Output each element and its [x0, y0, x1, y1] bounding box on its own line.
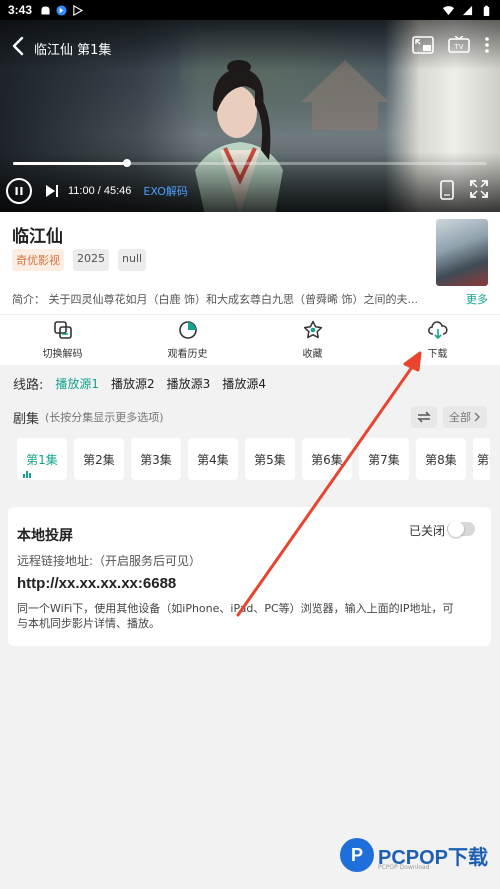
progress-bar[interactable] [13, 159, 487, 167]
play-store-icon [73, 4, 84, 16]
episode-item[interactable]: 第9集 [473, 438, 490, 480]
tag-year: 2025 [73, 249, 109, 271]
episode-item[interactable]: 第1集 [17, 438, 67, 480]
player-title: 临江仙 第1集 [34, 43, 112, 58]
cast-state: 已关闭 [408, 524, 445, 538]
source-label: 线路: [13, 378, 44, 393]
progress-knob[interactable] [122, 159, 131, 167]
tag-source: 奇优影视 [12, 249, 64, 271]
cast-subtitle: 远程链接地址:（开启服务后可见） [17, 554, 202, 568]
battery-icon [483, 5, 490, 16]
favorite-label: 收藏 [302, 349, 323, 360]
watermark-logo-icon: P [340, 838, 374, 872]
wifi-icon [443, 5, 454, 15]
back-icon[interactable] [8, 34, 30, 58]
all-episodes-button[interactable]: 全部 [443, 406, 487, 428]
source-selector: 线路: 播放源1 播放源2 播放源3 播放源4 [13, 374, 266, 393]
cast-description: 同一个WiFi下，使用其他设备（如iPhone、iPad、PC等）浏览器，输入上… [17, 602, 454, 630]
next-episode-icon[interactable] [44, 184, 60, 198]
episode-item[interactable]: 第7集 [359, 438, 409, 480]
source-item-3[interactable]: 播放源3 [167, 375, 211, 392]
history-label: 观看历史 [167, 349, 208, 360]
show-poster[interactable] [436, 219, 488, 286]
toggle-knob [448, 521, 464, 537]
episodes-label: 剧集 [13, 411, 40, 427]
favorite-button[interactable]: 收藏 [250, 320, 375, 360]
episode-item[interactable]: 第8集 [416, 438, 466, 480]
cast-title: 本地投屏 [17, 528, 73, 544]
signal-icon [462, 5, 473, 15]
intro-label: 简介： [12, 293, 45, 306]
fullscreen-icon[interactable] [470, 180, 488, 198]
episode-label: 第1集 [26, 452, 58, 467]
divider [0, 314, 500, 315]
episode-label: 第9集 [477, 452, 490, 467]
intro-text: 关于四灵仙尊花如月（白鹿 饰）和大成玄尊白九思（曾舜晞 饰）之间的夫... [48, 293, 418, 306]
app-notification-icon [56, 4, 67, 16]
episodes-hint: (长按分集显示更多选项) [45, 411, 164, 424]
show-intro: 简介： 关于四灵仙尊花如月（白鹿 饰）和大成玄尊白九思（曾舜晞 饰）之间的夫..… [12, 291, 488, 307]
swap-order-icon [417, 411, 431, 423]
progress-fill [13, 162, 127, 165]
chevron-right-icon [474, 412, 480, 422]
cast-address: http://xx.xx.xx.xx:6688 [17, 575, 177, 592]
more-intro-link[interactable]: 更多 [464, 291, 488, 307]
episode-label: 第8集 [425, 452, 457, 467]
playing-indicator-icon [23, 471, 33, 478]
more-options-icon[interactable] [484, 36, 490, 54]
episode-label: 第6集 [311, 452, 343, 467]
cast-toggle[interactable] [447, 521, 475, 537]
episode-label: 第4集 [197, 452, 229, 467]
download-icon [427, 321, 447, 340]
episode-item[interactable]: 第4集 [188, 438, 238, 480]
episode-item[interactable]: 第3集 [131, 438, 181, 480]
playback-time: 11:00 / 45:46 [68, 185, 132, 197]
source-item-4[interactable]: 播放源4 [222, 375, 266, 392]
rotate-screen-icon[interactable] [440, 180, 454, 200]
episode-label: 第5集 [254, 452, 286, 467]
episode-label: 第7集 [368, 452, 400, 467]
show-tags: 奇优影视 2025 null [12, 249, 147, 271]
all-episodes-label: 全部 [449, 411, 471, 424]
switch-decode-button[interactable]: 切换解码 [0, 320, 125, 360]
episode-label: 第3集 [140, 452, 172, 467]
status-bar: 3:43 [0, 0, 500, 20]
source-item-2[interactable]: 播放源2 [111, 375, 155, 392]
download-label: 下载 [427, 349, 448, 360]
tv-cast-icon[interactable]: TV [448, 36, 470, 54]
local-cast-card: 本地投屏 已关闭 远程链接地址:（开启服务后可见） http://xx.xx.x… [8, 507, 491, 646]
episode-item[interactable]: 第6集 [302, 438, 352, 480]
favorite-icon [303, 320, 322, 339]
episode-list: 第1集 第2集 第3集 第4集 第5集 第6集 第7集 第8集 第9集 [17, 438, 490, 480]
video-player[interactable]: 临江仙 第1集 TV 11:00 / 45:46 EXO解码 [0, 20, 500, 212]
episodes-header: 剧集 (长按分集显示更多选项) 全部 [13, 406, 487, 428]
episode-item[interactable]: 第5集 [245, 438, 295, 480]
episode-item[interactable]: 第2集 [74, 438, 124, 480]
watermark: P PCPOP下载 PCPOP Download [340, 838, 488, 872]
pause-icon [15, 187, 23, 195]
watermark-sub: PCPOP Download [378, 864, 430, 871]
switch-decode-label: 切换解码 [42, 349, 83, 360]
download-button[interactable]: 下载 [375, 320, 500, 360]
show-title: 临江仙 [12, 227, 63, 247]
episode-label: 第2集 [83, 452, 115, 467]
android-icon [41, 5, 50, 15]
decode-mode-label[interactable]: EXO解码 [143, 183, 187, 199]
tag-extra: null [118, 249, 147, 271]
show-info-panel: 临江仙 奇优影视 2025 null 简介： 关于四灵仙尊花如月（白鹿 饰）和大… [0, 212, 500, 365]
status-time: 3:43 [8, 3, 33, 17]
pause-button[interactable] [6, 178, 32, 204]
history-button[interactable]: 观看历史 [125, 320, 250, 360]
history-icon [178, 321, 197, 339]
action-bar: 切换解码 观看历史 收藏 下载 [0, 320, 500, 360]
sort-order-button[interactable] [411, 406, 437, 428]
svg-text:TV: TV [455, 44, 464, 51]
picture-in-picture-icon[interactable] [412, 36, 434, 54]
switch-decode-icon [53, 321, 72, 339]
source-item-1[interactable]: 播放源1 [55, 375, 99, 392]
